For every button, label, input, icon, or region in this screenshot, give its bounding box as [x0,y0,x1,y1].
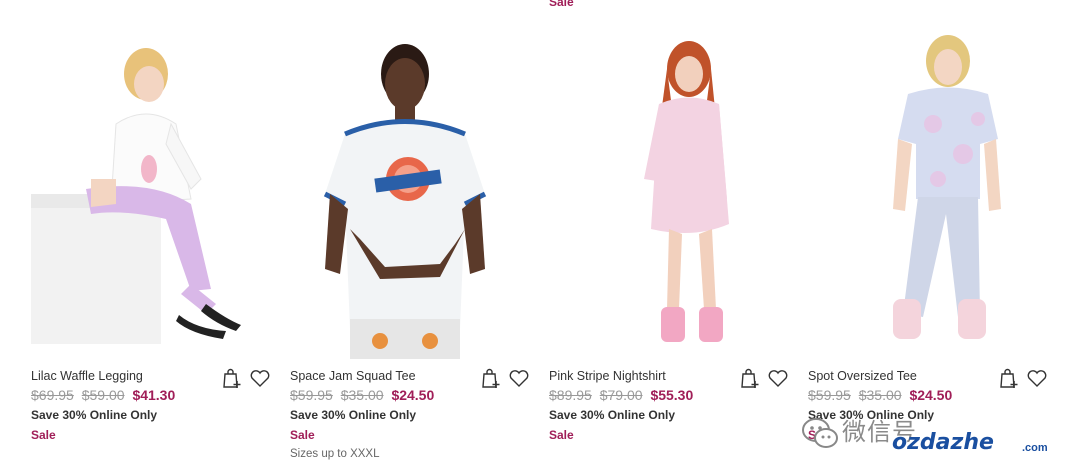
shopping-bag-plus-icon[interactable] [739,367,761,389]
product-card[interactable]: Space Jam Squad Tee $59.95 $35.00 $24.50… [290,29,538,463]
top-sale-label: Sale [549,0,574,9]
heart-icon[interactable] [767,367,789,389]
model-photo [893,35,1001,339]
product-card[interactable]: Lilac Waffle Legging $69.95 $59.00 $41.3… [31,29,279,463]
original-price: $69.95 [31,387,74,403]
sale-badge: Sale [808,428,833,442]
sale-price: $24.50 [909,387,953,403]
model-photo [644,41,729,342]
product-image[interactable] [808,29,1056,359]
product-image[interactable] [290,29,538,359]
original-price: $59.95 [290,387,333,403]
original-price: $89.95 [549,387,592,403]
sale-price: $55.30 [650,387,694,403]
sale-price: $41.30 [132,387,176,403]
sale-badge: Sale [31,428,56,442]
shopping-bag-plus-icon[interactable] [221,367,243,389]
previous-price: $35.00 [340,387,384,403]
shopping-bag-plus-icon[interactable] [998,367,1020,389]
product-card[interactable]: Pink Stripe Nightshirt $89.95 $79.00 $55… [549,29,797,463]
promo-text: Save 30% Online Only [290,408,417,422]
product-image[interactable] [31,29,279,359]
original-price: $59.95 [808,387,851,403]
sale-badge: Sale [290,428,315,442]
previous-price: $79.00 [599,387,643,403]
promo-text: Save 30% Online Only [549,408,676,422]
product-image[interactable] [549,29,797,359]
promo-text: Save 30% Online Only [808,408,935,422]
model-photo [31,48,241,344]
product-grid: Lilac Waffle Legging $69.95 $59.00 $41.3… [31,29,1056,463]
previous-price: $59.00 [81,387,125,403]
model-photo [323,44,487,359]
sale-badge: Sale [549,428,574,442]
product-card[interactable]: Spot Oversized Tee $59.95 $35.00 $24.50 … [808,29,1056,463]
sizes-note: Sizes up to XXXL [290,448,380,460]
shopping-bag-plus-icon[interactable] [480,367,502,389]
heart-icon[interactable] [1026,367,1048,389]
promo-text: Save 30% Online Only [31,408,158,422]
heart-icon[interactable] [249,367,271,389]
previous-price: $35.00 [858,387,902,403]
sale-price: $24.50 [391,387,435,403]
heart-icon[interactable] [508,367,530,389]
